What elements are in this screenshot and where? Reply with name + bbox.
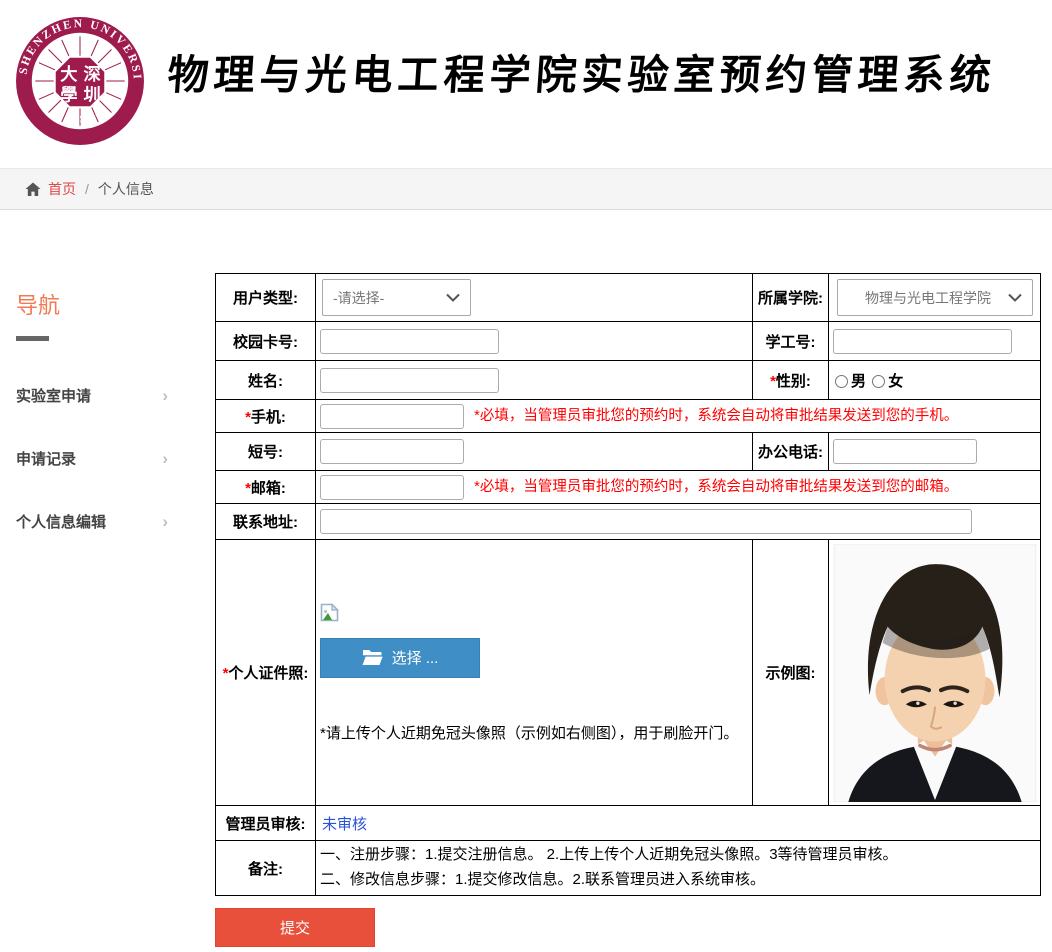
college-value: 物理与光电工程学院 (848, 288, 1008, 308)
logo-char: 圳 (84, 85, 101, 104)
user-type-select[interactable]: -请选择- (322, 279, 471, 316)
remarks-line-1: 一、注册步骤：1.提交注册信息。 2.上传上传个人近期免冠头像照。3等待管理员审… (320, 843, 1036, 868)
sidebar-item-apply-records[interactable]: 申请记录 › (16, 448, 168, 469)
office-phone-input[interactable] (833, 439, 977, 464)
choose-file-label: 选择 ... (392, 647, 439, 668)
admin-review-label: 管理员审核: (216, 806, 316, 841)
user-type-value: -请选择- (333, 288, 384, 308)
breadcrumb-current: 个人信息 (98, 179, 154, 199)
short-number-label: 短号: (216, 433, 316, 471)
page-title: 物理与光电工程学院实验室预约管理系统 (166, 41, 998, 101)
mobile-label: *手机: (216, 400, 316, 433)
chevron-right-icon: › (162, 512, 168, 532)
logo-char: 大 (60, 64, 78, 84)
sidebar: 导航 实验室申请 › 申请记录 › 个人信息编辑 › (0, 210, 215, 947)
mobile-required-note: *必填，当管理员审批您的预约时，系统会自动将审批结果发送到您的手机。 (474, 408, 958, 424)
short-number-input[interactable] (320, 439, 464, 464)
choose-file-button[interactable]: 选择 ... (320, 638, 480, 678)
example-image-label: 示例图: (753, 540, 829, 806)
logo-char: 深 (84, 64, 102, 84)
gender-label: *性别: (753, 361, 829, 400)
sidebar-title-underline (16, 336, 49, 341)
review-status-link[interactable]: 未审核 (322, 816, 367, 833)
chevron-down-icon (446, 293, 460, 302)
email-label: *邮箱: (216, 471, 316, 504)
staff-id-input[interactable] (833, 329, 1012, 354)
user-type-label: 用户类型: (216, 274, 316, 322)
college-label: 所属学院: (753, 274, 829, 322)
breadcrumb: 首页 / 个人信息 (0, 168, 1052, 210)
campus-card-label: 校园卡号: (216, 322, 316, 361)
sidebar-title: 导航 (16, 288, 215, 320)
gender-female-label: 女 (888, 373, 903, 390)
example-portrait-photo (833, 544, 1037, 802)
chevron-right-icon: › (162, 386, 168, 406)
email-required-note: *必填，当管理员审批您的预约时，系统会自动将审批结果发送到您的邮箱。 (474, 479, 958, 495)
chevron-right-icon: › (162, 449, 168, 469)
submit-button[interactable]: 提交 (215, 908, 375, 947)
remarks-line-2: 二、修改信息步骤：1.提交修改信息。2.联系管理员进入系统审核。 (320, 868, 1036, 893)
breadcrumb-separator: / (85, 181, 89, 197)
home-icon[interactable] (25, 182, 41, 197)
gender-male-radio[interactable] (835, 375, 848, 388)
name-label: 姓名: (216, 361, 316, 400)
broken-image-icon (320, 603, 339, 622)
address-label: 联系地址: (216, 504, 316, 540)
gender-male-label: 男 (851, 373, 866, 390)
sidebar-item-lab-apply[interactable]: 实验室申请 › (16, 385, 168, 406)
logo-char: 學 (60, 85, 77, 104)
campus-card-input[interactable] (320, 329, 499, 354)
staff-id-label: 学工号: (753, 322, 829, 361)
remarks-label: 备注: (216, 841, 316, 896)
chevron-down-icon (1008, 293, 1022, 302)
university-logo-icon: 大 學 深 圳 SHENZHEN UNIVERSITY ·1983· (14, 15, 146, 147)
college-select[interactable]: 物理与光电工程学院 (837, 279, 1033, 316)
address-input[interactable] (320, 509, 972, 534)
photo-label: *个人证件照: (216, 540, 316, 806)
name-input[interactable] (320, 368, 499, 393)
sidebar-item-profile-edit[interactable]: 个人信息编辑 › (16, 511, 168, 532)
gender-female-radio[interactable] (872, 375, 885, 388)
profile-form: 用户类型: -请选择- 所属学院: 物理与光电工程学院 校园卡号: (215, 210, 1041, 947)
sidebar-item-label: 实验室申请 (16, 385, 91, 406)
sidebar-item-label: 申请记录 (16, 448, 76, 469)
email-input[interactable] (320, 475, 464, 500)
photo-upload-note: *请上传个人近期免冠头像照（示例如右侧图），用于刷脸开门。 (320, 722, 748, 743)
office-phone-label: 办公电话: (753, 433, 829, 471)
sidebar-item-label: 个人信息编辑 (16, 511, 106, 532)
page-header: 大 學 深 圳 SHENZHEN UNIVERSITY ·1983· 物理与光电… (0, 0, 1052, 168)
folder-open-icon (362, 649, 383, 666)
mobile-input[interactable] (320, 404, 464, 429)
breadcrumb-home-link[interactable]: 首页 (48, 179, 76, 199)
